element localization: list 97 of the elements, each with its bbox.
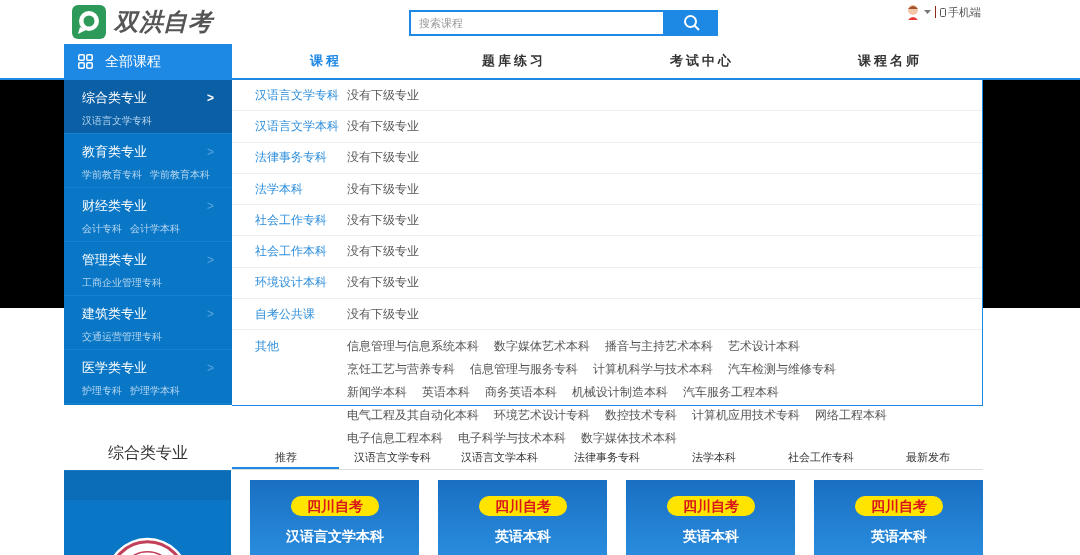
- course-card[interactable]: 四川自考 英语本科: [814, 480, 983, 555]
- subcategory-link[interactable]: 汉语言文学专科: [82, 112, 152, 128]
- subcategory-link[interactable]: 交通运营管理专科: [82, 328, 162, 344]
- nav-tab[interactable]: 课程: [232, 44, 420, 78]
- sub-major-text: 计算机应用技术专科: [692, 407, 800, 425]
- sub-major-text: 没有下级专业: [347, 180, 419, 198]
- sub-major-text: 数字媒体艺术本科: [494, 338, 590, 356]
- category-title: 医学类专业: [82, 359, 147, 377]
- sub-major-text: 网络工程本科: [815, 407, 887, 425]
- sub-major-text: 电子科学与技术本科: [458, 430, 566, 448]
- sub-major-text: 信息管理与信息系统本科: [347, 338, 479, 356]
- caret-icon[interactable]: [924, 10, 931, 15]
- subcategory-link[interactable]: 学前教育本科: [150, 166, 210, 182]
- sub-major-text: 环境艺术设计专科: [494, 407, 590, 425]
- major-link[interactable]: 法律事务专科: [255, 149, 347, 167]
- sub-major-text: 英语本科: [422, 384, 470, 402]
- logo-icon: [72, 5, 106, 39]
- section-tab[interactable]: 法学本科: [660, 449, 767, 469]
- sub-major-text: 播音与主持艺术本科: [605, 338, 713, 356]
- chevron: >: [207, 251, 214, 269]
- major-link[interactable]: 汉语言文学本科: [255, 117, 347, 135]
- category-title: 综合类专业: [82, 89, 147, 107]
- sub-major-text: 机械设计制造本科: [572, 384, 668, 402]
- sub-major-text: 汽车检测与维修专科: [728, 361, 836, 379]
- category-title: 财经类专业: [82, 197, 147, 215]
- major-link[interactable]: 法学本科: [255, 180, 347, 198]
- card-title: 英语本科: [682, 527, 739, 546]
- section-title: 综合类专业: [108, 443, 188, 463]
- category-title: 管理类专业: [82, 251, 147, 269]
- major-link[interactable]: 环境设计本科: [255, 274, 347, 292]
- card-title: 英语本科: [494, 527, 551, 546]
- section-tab[interactable]: 汉语言文学本科: [446, 449, 553, 469]
- subcategory-link[interactable]: 护理专科: [82, 382, 122, 398]
- course-card[interactable]: 四川自考 英语本科: [626, 480, 795, 555]
- sub-major-text: 新闻学本科: [347, 384, 407, 402]
- section-tab[interactable]: 最新发布: [874, 449, 981, 469]
- search-button[interactable]: [665, 10, 718, 36]
- all-courses-button[interactable]: 全部课程: [64, 44, 232, 78]
- chevron: >: [207, 359, 214, 377]
- all-courses-label: 全部课程: [105, 51, 161, 71]
- subcategory-link[interactable]: 护理学本科: [130, 382, 180, 398]
- course-card[interactable]: 四川自考 英语本科: [438, 480, 607, 555]
- sub-major-text: 数字媒体技术本科: [581, 430, 677, 448]
- sub-major-text: 没有下级专业: [347, 149, 419, 167]
- sub-major-text: 没有下级专业: [347, 86, 419, 104]
- subcategory-link[interactable]: 会计学本科: [130, 220, 180, 236]
- sub-major-text: 没有下级专业: [347, 274, 419, 292]
- card-badge: 四川自考: [290, 496, 379, 516]
- major-link[interactable]: 自考公共课: [255, 305, 347, 323]
- card-badge: 四川自考: [854, 496, 943, 516]
- chevron: >: [207, 89, 214, 107]
- category-title: 教育类专业: [82, 143, 147, 161]
- chevron: >: [207, 143, 214, 161]
- nav-tab[interactable]: 课程名师: [796, 44, 984, 78]
- sub-major-text: 电子信息工程本科: [347, 430, 443, 448]
- sub-major-text: 艺术设计本科: [728, 338, 800, 356]
- subcategory-link[interactable]: 会计专科: [82, 220, 122, 236]
- sub-major-text: 计算机科学与技术本科: [593, 361, 713, 379]
- search-field[interactable]: 搜索课程: [409, 10, 665, 36]
- category-item[interactable]: 综合类专业 > 汉语言文学专科: [64, 80, 232, 134]
- sub-major-text: 数控技术专科: [605, 407, 677, 425]
- sub-major-text: 没有下级专业: [347, 305, 419, 323]
- sub-major-text: 没有下级专业: [347, 211, 419, 229]
- section-tab[interactable]: 汉语言文学专科: [339, 449, 446, 469]
- search-icon: [682, 14, 701, 32]
- section-tab[interactable]: 推荐: [232, 449, 339, 469]
- card-title: 英语本科: [870, 527, 927, 546]
- major-link[interactable]: 社会工作本科: [255, 243, 347, 261]
- card-title: 汉语言文学本科: [285, 527, 384, 546]
- card-badge: 四川自考: [666, 496, 755, 516]
- chevron: >: [207, 305, 214, 323]
- subcategory-link[interactable]: 学前教育专科: [82, 166, 142, 182]
- major-link[interactable]: 汉语言文学专科: [255, 86, 347, 104]
- major-link[interactable]: 社会工作专科: [255, 211, 347, 229]
- sub-major-text: 商务英语本科: [485, 384, 557, 402]
- avatar-icon[interactable]: [906, 4, 920, 21]
- major-link[interactable]: 其他: [255, 338, 347, 448]
- mobile-link[interactable]: 手机端: [940, 4, 981, 21]
- phone-icon: [940, 7, 946, 17]
- subcategory-link[interactable]: 工商企业管理专科: [82, 274, 162, 290]
- nav-tab[interactable]: 考试中心: [608, 44, 796, 78]
- section-tab[interactable]: 社会工作专科: [767, 449, 874, 469]
- sub-major-text: 没有下级专业: [347, 117, 419, 135]
- sub-major-text: 电气工程及其自动化本科: [347, 407, 479, 425]
- sub-major-text: 汽车服务工程本科: [683, 384, 779, 402]
- sub-major-text: 信息管理与服务专科: [470, 361, 578, 379]
- category-title: 建筑类专业: [82, 305, 147, 323]
- sub-major-text: 没有下级专业: [347, 243, 419, 261]
- nav-tab[interactable]: 题库练习: [420, 44, 608, 78]
- grid-icon: [78, 53, 93, 69]
- chevron: >: [207, 197, 214, 215]
- section-tab[interactable]: 法律事务专科: [553, 449, 660, 469]
- card-badge: 四川自考: [478, 496, 567, 516]
- course-card[interactable]: 四川自考 汉语言文学本科: [250, 480, 419, 555]
- mobile-link-text: 手机端: [948, 5, 981, 20]
- sub-major-text: 烹饪工艺与营养专科: [347, 361, 455, 379]
- logo-text: 双洪自考: [114, 7, 213, 37]
